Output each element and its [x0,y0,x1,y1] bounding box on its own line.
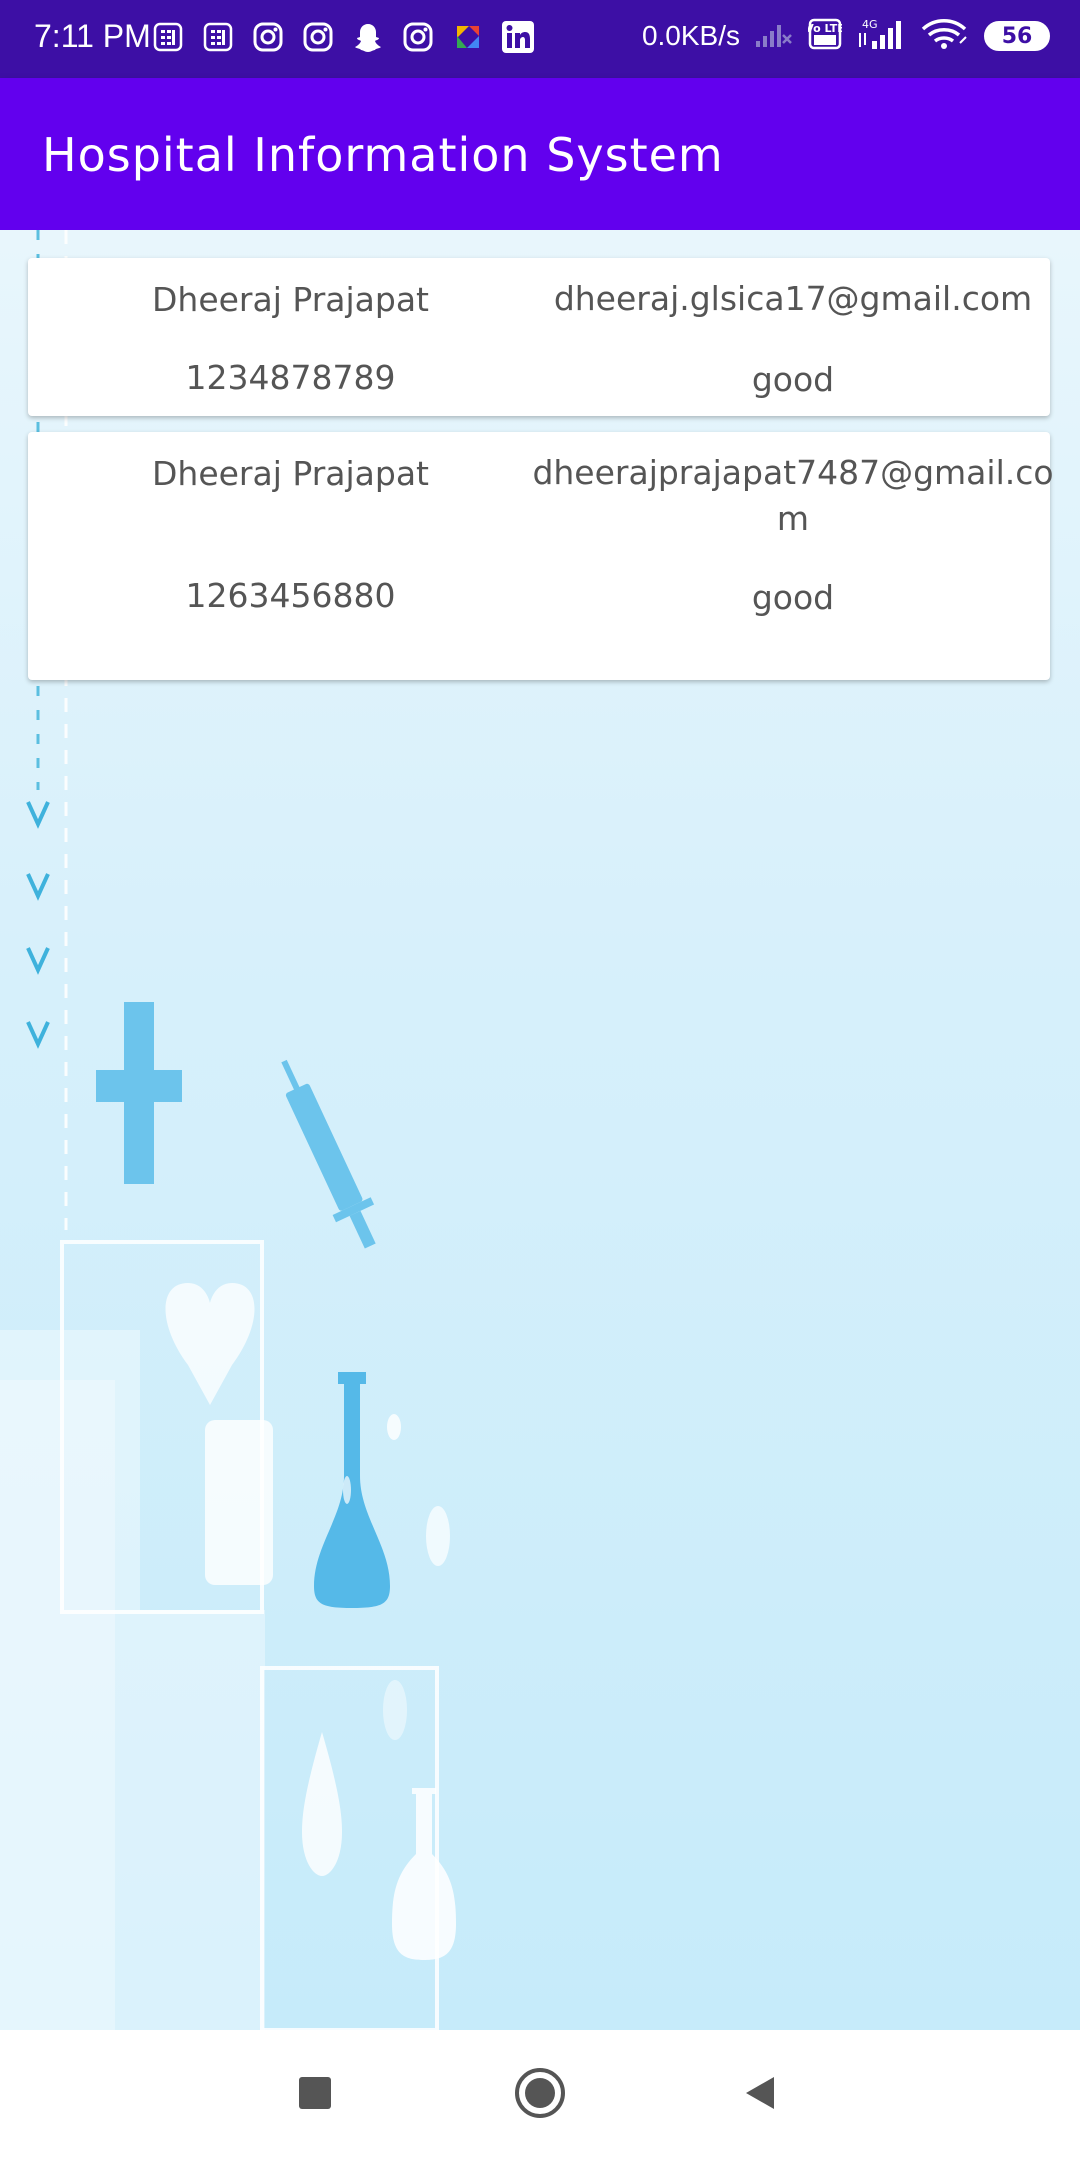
patient-phone: 1234878789 [185,358,396,397]
linkedin-icon [500,19,536,55]
signal-4g-icon: 4G [856,17,906,55]
svg-text:Vo LTE: Vo LTE [808,22,842,35]
back-icon [740,2073,780,2117]
back-button[interactable] [730,2065,790,2125]
volte-icon: Vo LTE [805,17,845,55]
patient-status: good [751,360,835,399]
photos-icon [450,19,486,55]
status-time: 7:11 PM [34,18,151,54]
calculator-icon [150,19,186,55]
notification-icons [150,19,536,55]
patient-email: dheeraj.glsica17@gmail.com [553,279,1033,318]
calculator-icon [200,19,236,55]
status-right: 0.0KB/s Vo LTE 4G 56 [642,17,1050,55]
navigation-bar [0,2030,1080,2160]
recents-button[interactable] [285,2065,345,2125]
home-button[interactable] [510,2065,570,2125]
instagram-icon [400,19,436,55]
network-speed: 0.0KB/s [641,20,740,51]
patient-name: Dheeraj Prajapat [152,454,429,493]
snapchat-icon [350,19,386,55]
patient-card[interactable]: Dheeraj Prajapat dheeraj.glsica17@gmail.… [28,258,1050,416]
instagram-icon [300,19,336,55]
app-title: Hospital Information System [42,128,724,182]
patient-name: Dheeraj Prajapat [152,280,429,319]
home-icon [513,2066,567,2124]
patient-status: good [751,578,835,617]
patient-email: dheerajprajapat7487@gmail.com [532,453,1054,538]
wifi-icon [920,17,970,55]
battery-icon: 56 [984,21,1050,51]
recents-icon [297,2075,333,2115]
instagram-icon [250,19,286,55]
signal-off-icon [754,19,794,53]
svg-text:4G: 4G [862,18,878,31]
app-bar: Hospital Information System [0,78,1080,230]
status-bar: 7:11 PM 0.0KB/s Vo LTE 4G 56 [0,0,1080,78]
patient-card[interactable]: Dheeraj Prajapat dheerajprajapat7487@gma… [28,432,1054,680]
patient-phone: 1263456880 [185,576,396,615]
